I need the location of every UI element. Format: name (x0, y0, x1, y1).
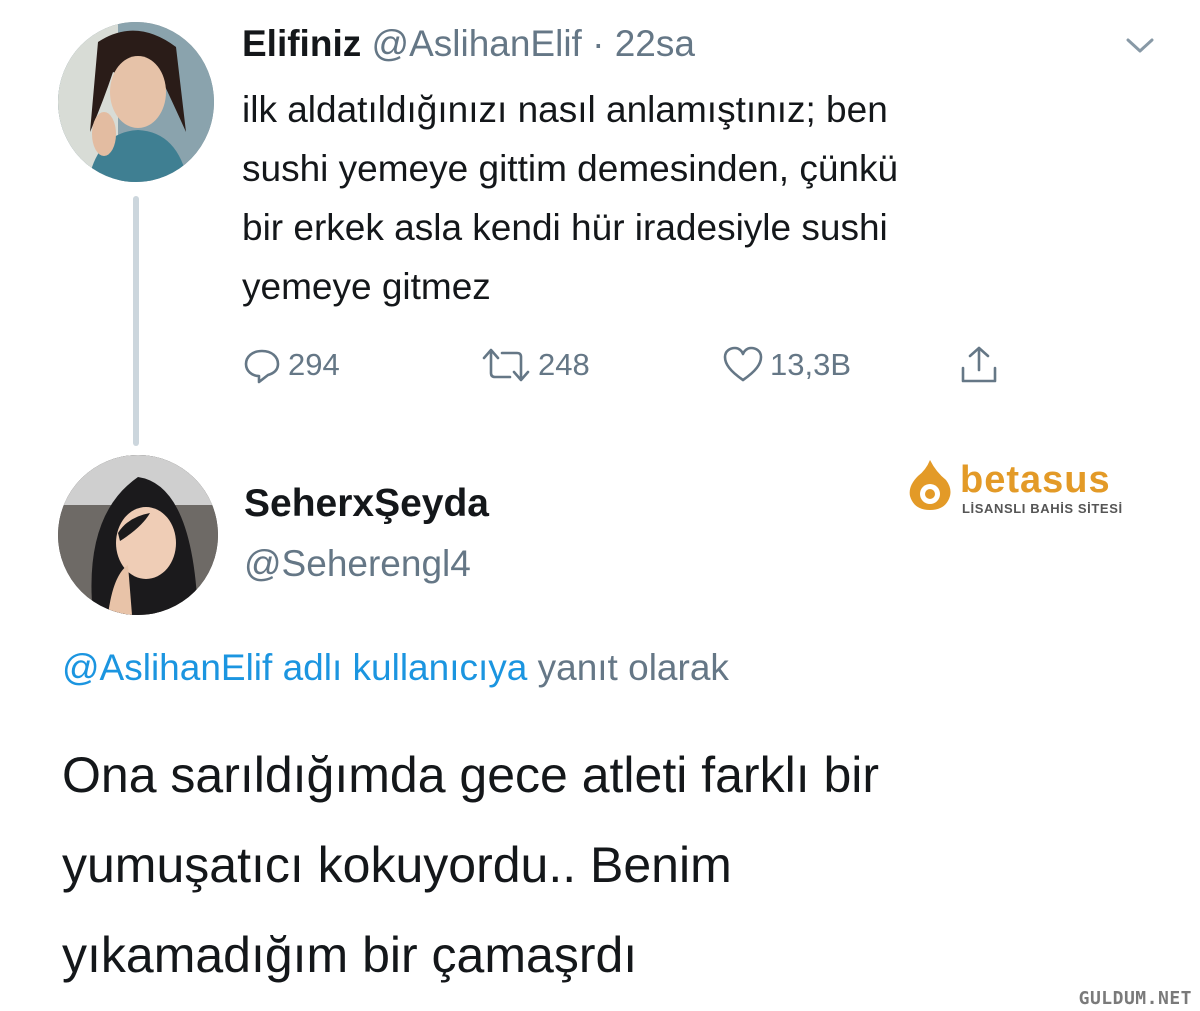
user-handle[interactable]: @Seherengl4 (244, 538, 471, 590)
thread-line (133, 196, 139, 446)
avatar[interactable] (58, 22, 214, 182)
display-name[interactable]: SeherxŞeyda (244, 478, 489, 530)
share-button[interactable] (958, 340, 1000, 390)
like-count: 13,3B (770, 347, 852, 382)
logo-icon (906, 458, 954, 512)
tweet-time[interactable]: 22sa (615, 23, 695, 64)
tweet-header: Elifiniz @AslihanElif · 22sa (242, 18, 695, 70)
site-watermark: GULDUM.NET (1078, 988, 1192, 1009)
avatar-photo (58, 22, 214, 182)
reply-icon (242, 345, 282, 385)
retweet-count: 248 (538, 347, 590, 382)
logo-tagline: LİSANSLI BAHİS SİTESİ (962, 501, 1123, 516)
avatar-photo (58, 455, 218, 615)
display-name[interactable]: Elifiniz (242, 23, 361, 64)
separator-dot: · (592, 23, 605, 64)
reply-count: 294 (288, 347, 340, 382)
tweet-text: ilk aldatıldığınızı nasıl anlamıştınız; … (242, 89, 899, 307)
like-icon (722, 345, 764, 385)
reply-to-suffix: yanıt olarak (537, 647, 729, 688)
logo-wordmark: betasus (960, 459, 1111, 501)
retweet-icon (480, 345, 532, 385)
reply-to-link[interactable]: @AslihanElif adlı kullanıcıya (62, 647, 527, 688)
reply-button[interactable]: 294 (242, 340, 340, 390)
retweet-button[interactable]: 248 (480, 340, 590, 390)
reply-context: @AslihanElif adlı kullanıcıya yanıt olar… (62, 642, 729, 694)
avatar[interactable] (58, 455, 218, 615)
like-button[interactable]: 13,3B (722, 340, 851, 390)
tweet-text: Ona sarıldığımda gece atleti farklı bir … (62, 747, 880, 983)
share-icon (958, 344, 1000, 386)
chevron-down-icon[interactable] (1120, 30, 1160, 60)
user-handle[interactable]: @AslihanElif (372, 23, 582, 64)
watermark-logo: betasus LİSANSLI BAHİS SİTESİ (902, 448, 1152, 526)
